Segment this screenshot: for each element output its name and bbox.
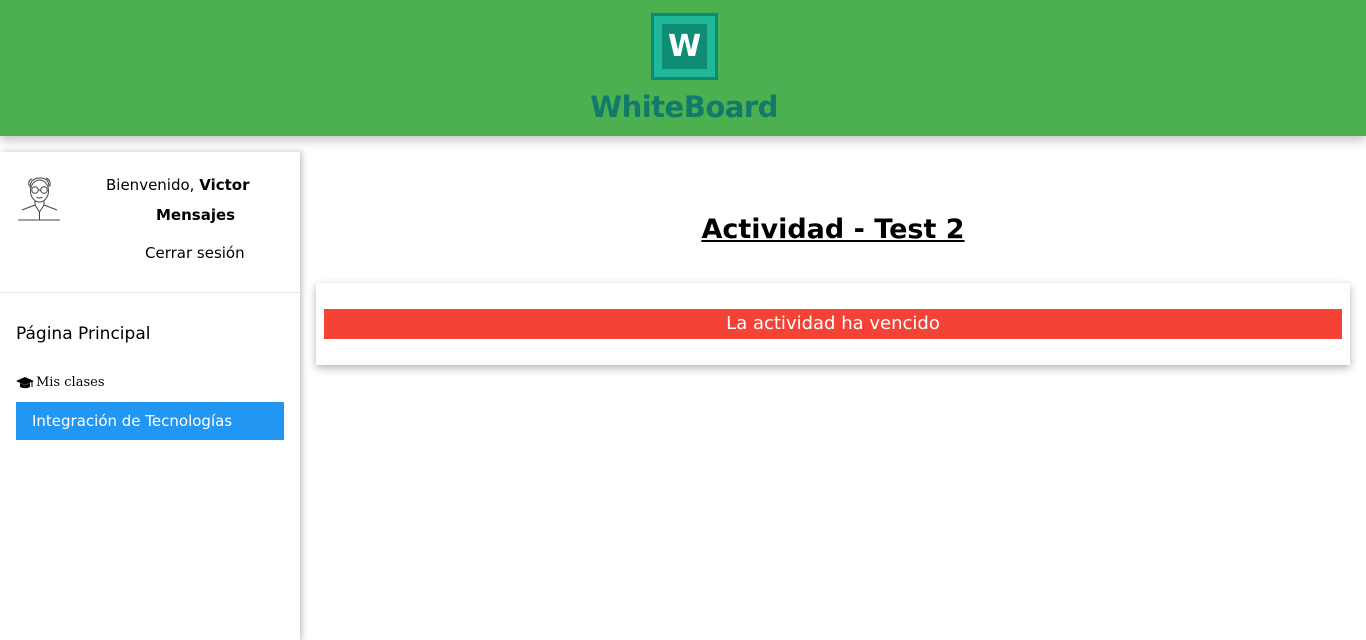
activity-card: La actividad ha vencido (316, 283, 1350, 365)
user-avatar-icon (18, 177, 60, 221)
logo-text[interactable]: WhiteBoard (584, 88, 784, 126)
sidebar-divider (0, 292, 300, 293)
messages-link[interactable]: Mensajes (156, 206, 235, 224)
graduation-cap-icon (16, 376, 34, 388)
user-name: Victor (199, 176, 250, 194)
class-item-integracion[interactable]: Integración de Tecnologías (16, 402, 284, 440)
logout-link[interactable]: Cerrar sesión (145, 244, 245, 262)
sidebar: Bienvenido, Victor Mensajes Cerrar sesió… (0, 152, 300, 640)
home-link[interactable]: Página Principal (16, 324, 150, 344)
header-bar: W WhiteBoard (0, 0, 1366, 136)
welcome-message: Bienvenido, Victor (106, 176, 249, 194)
avatar (16, 174, 62, 222)
logo-letter: W (662, 24, 707, 69)
expired-alert: La actividad ha vencido (324, 309, 1342, 339)
page-title: Actividad - Test 2 (701, 214, 965, 245)
welcome-prefix: Bienvenido, (106, 176, 200, 194)
classes-heading: Mis clases (16, 375, 105, 390)
logo-icon[interactable]: W (651, 13, 718, 80)
classes-heading-label: Mis clases (36, 375, 105, 390)
